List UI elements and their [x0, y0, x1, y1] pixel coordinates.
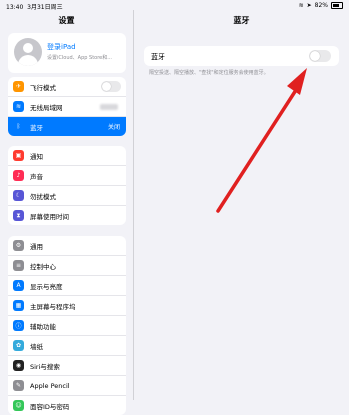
sidebar-title: 设置	[58, 16, 75, 25]
bluetooth-description: 隔空投送、隔空播放、"查找"和定位服务会使用蓝牙。	[149, 70, 269, 76]
wifi-status-icon: ≋	[298, 2, 304, 9]
gear-icon: ⚙	[13, 240, 24, 251]
sidebar-item-label: 勿扰模式	[30, 192, 56, 201]
sidebar-item-label: 主屏幕与程序坞	[30, 302, 76, 311]
sign-in-subtitle: 设置iCloud、App Store和...	[47, 55, 113, 61]
airplane-icon: ✈	[13, 81, 24, 92]
siri-icon: ◉	[13, 360, 24, 371]
sidebar-item[interactable]: ◉ Siri与搜索	[8, 356, 126, 376]
battery-percent: 82%	[314, 2, 328, 9]
moon-icon: ☾	[13, 190, 24, 201]
notifications-icon: ▣	[13, 150, 24, 161]
settings-group-notifications: ▣ 通知 ♪ 声音 ☾ 勿扰模式 ⧗ 屏幕使用时间	[8, 146, 126, 225]
battery-icon	[331, 2, 343, 9]
control-center-icon: ≡	[13, 260, 24, 271]
pencil-icon: ✎	[13, 380, 24, 391]
sidebar-item[interactable]: ☺ 面容ID与密码	[8, 396, 126, 415]
sidebar-item-label: 显示与亮度	[30, 282, 63, 291]
sidebar-item-label: Apple Pencil	[30, 381, 70, 390]
sound-icon: ♪	[13, 170, 24, 181]
sidebar-item[interactable]: ✈ 飞行模式	[8, 77, 126, 97]
sign-in-label: 登录iPad	[47, 43, 76, 51]
location-icon: ➤	[306, 2, 312, 9]
settings-group-connectivity: ✈ 飞行模式 ≋ 无线局域网 ᛒ 蓝牙 关闭	[8, 77, 126, 136]
wifi-icon: ≋	[13, 101, 24, 112]
bluetooth-label: 蓝牙	[151, 53, 165, 61]
sidebar-item-label: 通用	[30, 242, 43, 251]
sidebar-item-label: 声音	[30, 172, 43, 181]
sidebar-item[interactable]: ≡ 控制中心	[8, 256, 126, 276]
sidebar-item-label: 蓝牙	[30, 123, 43, 132]
sidebar-item-label: 控制中心	[30, 262, 56, 271]
sidebar-item[interactable]: ✿ 墙纸	[8, 336, 126, 356]
home-screen-icon: ▦	[13, 300, 24, 311]
accessibility-icon: ⓘ	[13, 320, 24, 331]
sidebar-item-label: 墙纸	[30, 342, 43, 351]
sidebar-item[interactable]: ☾ 勿扰模式	[8, 186, 126, 206]
profile-cell[interactable]: 登录iPad 设置iCloud、App Store和...	[8, 33, 126, 73]
sidebar-item[interactable]: ▣ 通知	[8, 146, 126, 166]
sidebar-item-label: 无线局域网	[30, 103, 63, 112]
hourglass-icon: ⧗	[13, 210, 24, 221]
sidebar-item[interactable]: ⓘ 辅助功能	[8, 316, 126, 336]
status-right: ≋ ➤ 82%	[299, 2, 343, 9]
bluetooth-cell: 蓝牙	[144, 46, 339, 66]
face-id-icon: ☺	[13, 400, 24, 411]
airplane-mode-toggle[interactable]	[101, 81, 121, 92]
sidebar-item[interactable]: ▦ 主屏幕与程序坞	[8, 296, 126, 316]
sidebar-item[interactable]: ⚙ 通用	[8, 236, 126, 256]
sidebar-item-label: Siri与搜索	[30, 362, 60, 371]
status-bar: 13:40 3月31日周三 ≋ ➤ 82%	[0, 0, 349, 11]
sidebar-item-value: 关闭	[107, 124, 120, 131]
avatar	[14, 38, 42, 66]
sidebar-item-label: 屏幕使用时间	[30, 212, 69, 221]
bluetooth-toggle[interactable]	[309, 50, 331, 62]
settings-group-general: ⚙ 通用 ≡ 控制中心 A 显示与亮度 ▦ 主屏幕与程序坞 ⓘ 辅助功能 ✿ 墙纸 ◉ Siri与搜索 ✎ A…	[8, 236, 126, 415]
sidebar-item-label: 通知	[30, 152, 43, 161]
sidebar-item[interactable]: ᛒ 蓝牙 关闭	[8, 117, 126, 136]
display-icon: A	[13, 280, 24, 291]
sidebar-item-label: 辅助功能	[30, 322, 56, 331]
bluetooth-detail-pane: 蓝牙 蓝牙 隔空投送、隔空播放、"查找"和定位服务会使用蓝牙。	[134, 10, 349, 400]
wallpaper-icon: ✿	[13, 340, 24, 351]
wifi-network-value-blurred	[100, 103, 118, 110]
sidebar-item[interactable]: A 显示与亮度	[8, 276, 126, 296]
sidebar-item[interactable]: ✎ Apple Pencil	[8, 376, 126, 396]
sidebar-item[interactable]: ≋ 无线局域网	[8, 97, 126, 117]
sidebar-item-label: 飞行模式	[30, 83, 56, 92]
sidebar-item-label: 面容ID与密码	[30, 402, 70, 411]
sidebar-item[interactable]: ♪ 声音	[8, 166, 126, 186]
bluetooth-icon: ᛒ	[13, 121, 24, 132]
sidebar-item[interactable]: ⧗ 屏幕使用时间	[8, 206, 126, 225]
page-title: 蓝牙	[233, 16, 250, 25]
sidebar: 设置 登录iPad 设置iCloud、App Store和... ✈ 飞行模式 ≋ 无…	[0, 10, 134, 415]
